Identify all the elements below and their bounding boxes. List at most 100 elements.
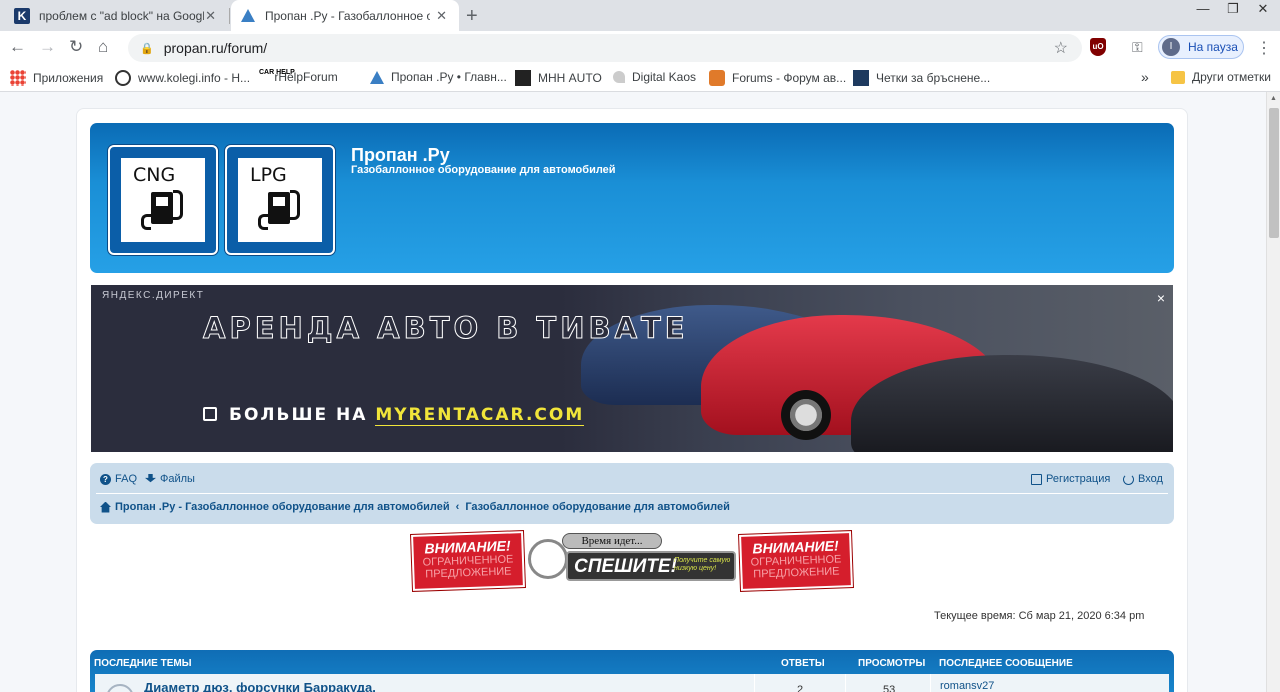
site-description: Газобаллонное оборудование для автомобил… [351,164,616,176]
restore-icon[interactable]: ❐ [1218,0,1248,31]
hurry-plate: СПЕШИТЕ! Получите самую низкую цену! [566,551,736,581]
forum-wrap: CNG LPG Пропан .Ру Газобаллонное оборудо… [76,108,1188,692]
new-tab-button[interactable]: + [466,5,478,28]
cell-divider [845,674,846,692]
fuel-pump-icon [268,192,290,224]
tab-kolegi[interactable]: K проблем с "ad block" на Google ✕ [0,0,228,31]
bookmark-label: www.kolegi.info - Н... [138,71,251,85]
breadcrumb-home[interactable]: Пропан .Ру - Газобаллонное оборудование … [115,501,450,513]
col-header-last-post: ПОСЛЕДНЕЕ СООБЩЕНИЕ [939,658,1073,669]
ad-cta-site: MYRENTACAR.COM [375,405,585,426]
profile-button[interactable]: I На пауза [1158,35,1244,59]
ad-source-label: ЯНДЕКС.ДИРЕКТ [102,290,205,301]
col-header-replies: ОТВЕТЫ [781,658,825,669]
bookmark-label: Forums - Форум ав... [732,71,847,85]
bookmark-other[interactable]: Други отметки [1171,70,1271,84]
site-title[interactable]: Пропан .Ру [351,145,450,166]
col-header-views: ПРОСМОТРЫ [858,658,926,669]
bookmark-propan[interactable]: Пропан .Ру • Главн... [370,70,507,84]
site-header: CNG LPG Пропан .Ру Газобаллонное оборудо… [90,123,1174,273]
page-scrollbar[interactable]: ▲ [1266,92,1280,692]
ad-banner[interactable]: ЯНДЕКС.ДИРЕКТ × АРЕНДА АВТО В ТИВАТЕ БОЛ… [91,285,1173,452]
forward-arrow-icon[interactable]: → [39,37,56,57]
circle-logo-icon [115,70,131,86]
ad-cta-prefix: БОЛЬШЕ НА [229,405,368,425]
fuel-nozzle [258,214,268,230]
fuel-hose [173,190,183,220]
bookmark-label: Пропан .Ру • Главн... [391,70,507,84]
navbar-divider [96,493,1168,494]
files-label: Файлы [160,473,195,485]
bookmark-digital-kaos[interactable]: Digital Kaos [613,70,696,84]
breadcrumb-separator: ‹ [455,501,460,513]
cng-logo[interactable]: CNG [108,145,218,255]
home-icon [100,501,111,513]
window-controls: — ❐ ✕ [1188,0,1278,31]
files-link[interactable]: Файлы [145,473,195,485]
close-ad-icon[interactable]: × [1157,290,1165,306]
orange-car-icon [709,70,725,86]
topic-title-link[interactable]: Диаметр дюз, форсунки Барракуда. [144,680,376,692]
carhelp-icon: CAR HELP [259,69,295,85]
ublock-extension-icon[interactable]: uO [1090,38,1106,56]
register-link[interactable]: Регистрация [1031,473,1110,485]
close-window-icon[interactable]: ✕ [1248,0,1278,31]
table-row[interactable]: Диаметр дюз, форсунки Барракуда. 2 53 ro… [95,674,1169,692]
car-wheel [781,390,831,440]
bookmark-apps[interactable]: Приложения [10,70,103,86]
current-time: Текущее время: Сб мар 21, 2020 6:34 pm [934,610,1145,622]
bookmark-label: Digital Kaos [632,70,697,84]
minimize-icon[interactable]: — [1188,0,1218,31]
promo-banner[interactable]: ВНИМАНИЕ! ОГРАНИЧЕННОЕ ПРЕДЛОЖЕНИЕ Время… [411,531,853,591]
menu-kebab-icon[interactable]: ⋮ [1256,38,1272,58]
close-tab-icon[interactable]: ✕ [205,8,216,24]
dark-logo-icon [515,70,531,86]
bookmark-label: Четки за бръснене... [876,71,991,85]
lock-icon: 🔒 [140,42,154,55]
bookmark-star-icon[interactable]: ☆ [1054,38,1068,58]
back-arrow-icon[interactable]: ← [9,37,26,57]
bookmark-carhelp[interactable]: CAR HELP CarHelpForum [259,69,338,85]
forum-navbar: ? FAQ Файлы Регистрация Вход Пропан .Ру -… [90,463,1174,524]
download-icon [145,473,156,483]
bookmark-label: МНН AUTO [538,71,602,85]
fuel-hose [290,190,300,220]
bookmark-mnn-auto[interactable]: МНН AUTO [515,70,602,86]
propan-favicon [241,9,255,22]
badge-subtitle: ОГРАНИЧЕННОЕ ПРЕДЛОЖЕНИЕ [422,553,514,581]
reload-icon[interactable]: ↻ [69,37,83,57]
navy-logo-icon [853,70,869,86]
logo-plate: LPG [235,155,325,245]
power-icon [1123,473,1134,485]
scroll-up-icon[interactable]: ▲ [1270,95,1277,102]
bookmark-forums[interactable]: Forums - Форум ав... [709,70,846,86]
breadcrumb-current[interactable]: Газобаллонное оборудование для автомобил… [465,501,730,513]
lpg-logo[interactable]: LPG [225,145,335,255]
hurry-subtext: Получите самую низкую цену! [674,557,731,572]
edit-icon [1031,473,1042,485]
question-circle-icon: ? [100,473,111,485]
bookmark-chetki[interactable]: Четки за бръснене... [853,70,990,86]
kolegi-favicon: K [14,7,30,24]
logo-text: LPG [250,164,287,186]
login-label: Вход [1138,473,1163,485]
faq-link[interactable]: ? FAQ [100,473,137,485]
close-tab-icon[interactable]: ✕ [436,8,447,24]
bookmark-kolegi[interactable]: www.kolegi.info - Н... [115,70,250,86]
home-icon[interactable]: ⌂ [98,37,108,57]
key-icon[interactable]: ⚿ [1132,39,1143,56]
logo-plate: CNG [118,155,208,245]
badge-subtitle: ОГРАНИЧЕННОЕ ПРЕДЛОЖЕНИЕ [750,553,842,581]
folder-icon [1171,70,1185,84]
scrollbar-thumb[interactable] [1269,108,1279,238]
tab-propan-active[interactable]: Пропан .Ру - Газобаллонное об ✕ [231,0,459,31]
tab-title: проблем с "ad block" на Google [39,8,204,23]
login-link[interactable]: Вход [1123,473,1163,485]
topic-status-icon [106,684,134,692]
fuel-pump-icon [151,192,173,224]
bookmarks-overflow-icon[interactable]: » [1141,69,1149,85]
ad-cta[interactable]: БОЛЬШЕ НА MYRENTACAR.COM [203,405,585,426]
address-bar[interactable]: 🔒 propan.ru/forum/ ☆ [128,34,1082,62]
last-post-author[interactable]: romansv27 [940,680,994,692]
tab-divider [229,8,230,24]
